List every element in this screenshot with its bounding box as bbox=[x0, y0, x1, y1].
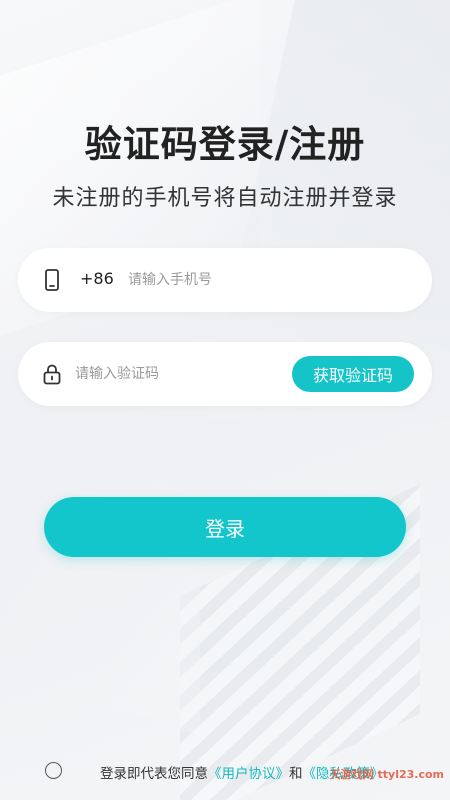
verification-code-field[interactable]: 获取验证码 bbox=[18, 342, 432, 406]
phone-input[interactable] bbox=[128, 268, 408, 292]
phone-icon bbox=[40, 268, 64, 292]
agreement-and: 和 bbox=[289, 766, 303, 782]
page-title: 验证码登录/注册 bbox=[84, 123, 366, 166]
background-plane bbox=[0, 423, 200, 737]
verification-code-input[interactable] bbox=[75, 362, 275, 386]
watermark: 天游戏网 ttyl23.com bbox=[329, 768, 444, 781]
agreement-radio[interactable] bbox=[45, 762, 62, 779]
lock-icon bbox=[40, 362, 64, 386]
agreement-prefix: 登录即代表您同意 bbox=[100, 766, 208, 782]
page-subtitle: 未注册的手机号将自动注册并登录 bbox=[52, 186, 398, 211]
phone-field[interactable]: +86 bbox=[18, 248, 432, 312]
user-agreement-link[interactable]: 《用户协议》 bbox=[208, 766, 289, 782]
login-button[interactable]: 登录 bbox=[44, 497, 406, 557]
get-code-button[interactable]: 获取验证码 bbox=[292, 356, 414, 392]
country-code[interactable]: +86 bbox=[80, 269, 114, 288]
